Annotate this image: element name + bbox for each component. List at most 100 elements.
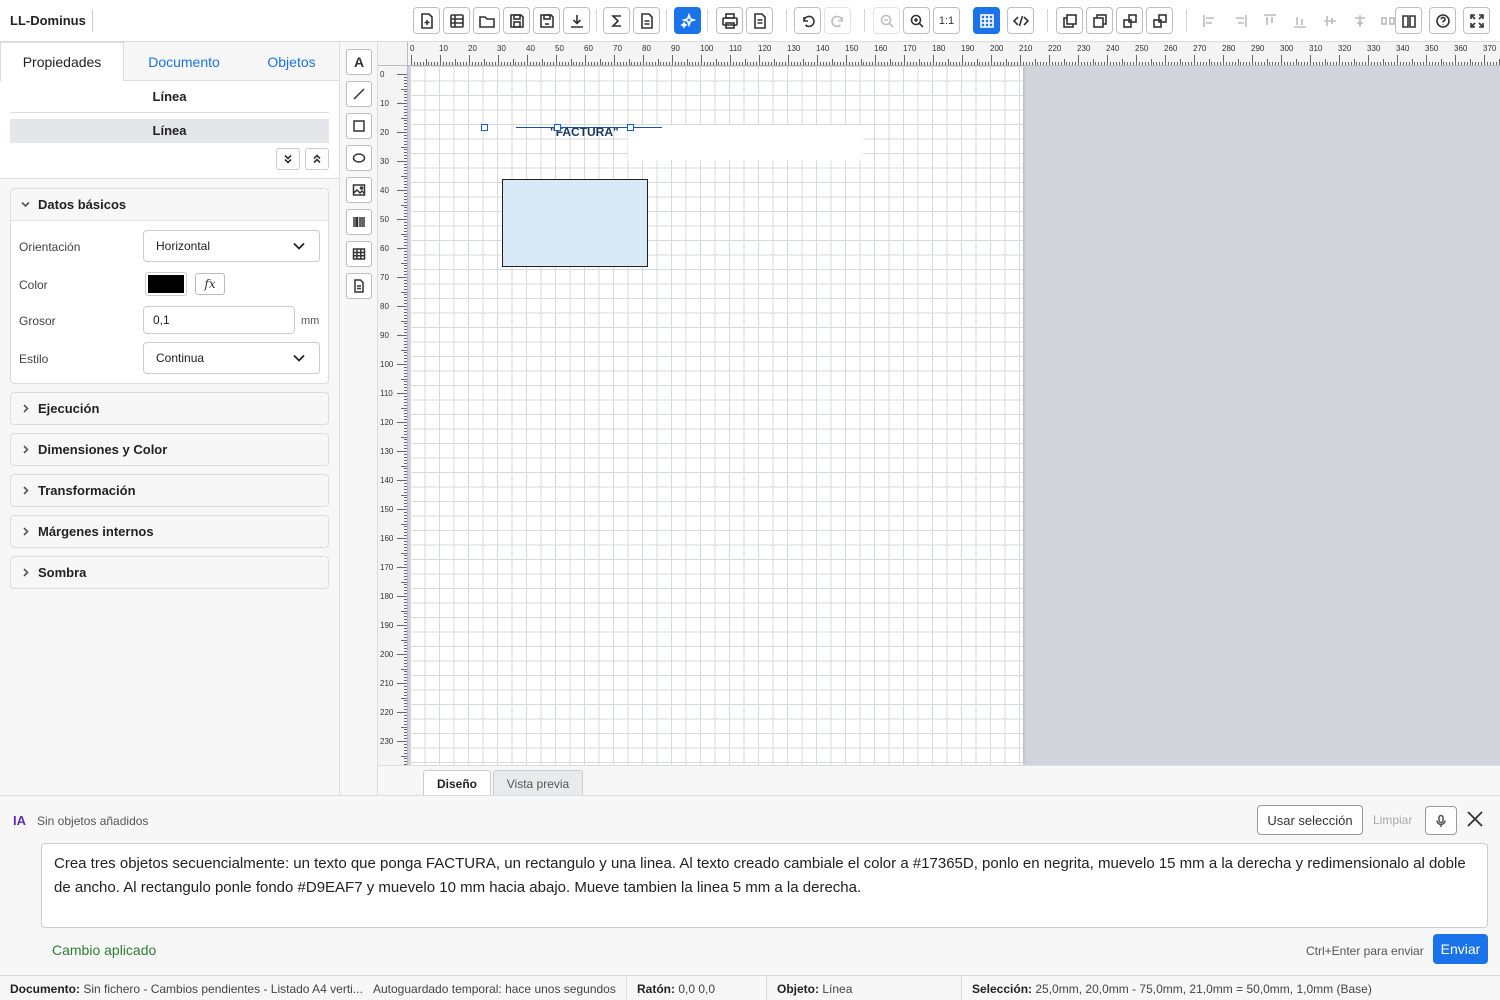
line-tool-button[interactable] — [346, 81, 372, 107]
align-center-horizontal-button[interactable] — [1346, 7, 1373, 34]
report-page[interactable]: "FACTURA" — [410, 66, 1023, 765]
section-inner-margins[interactable]: Márgenes internos — [10, 515, 329, 548]
new-list-button[interactable] — [443, 7, 470, 34]
collapse-all-button[interactable] — [305, 148, 329, 170]
section-dimensions-color[interactable]: Dimensiones y Color — [10, 433, 329, 466]
section-transformation-header[interactable]: Transformación — [11, 475, 328, 506]
section-shadow-header[interactable]: Sombra — [11, 557, 328, 588]
image-tool-button[interactable] — [346, 177, 372, 203]
document-properties-button[interactable] — [633, 7, 660, 34]
resize-handle-left[interactable] — [481, 124, 488, 131]
table-tool-button[interactable] — [346, 241, 372, 267]
open-button[interactable] — [473, 7, 500, 34]
style-select[interactable]: Continua — [143, 342, 320, 374]
object-list-item[interactable]: Línea — [10, 119, 329, 143]
expand-all-button[interactable] — [276, 148, 300, 170]
section-shadow[interactable]: Sombra — [10, 556, 329, 589]
resize-handle-center[interactable] — [554, 124, 561, 131]
ai-assistant-button[interactable] — [674, 7, 701, 34]
subreport-tool-button[interactable] — [346, 273, 372, 299]
ruler-h-tick — [747, 62, 749, 65]
chevron-down-icon — [293, 242, 305, 250]
send-button[interactable]: Enviar — [1433, 934, 1488, 964]
ruler-h-tick — [1240, 62, 1242, 65]
section-inner-margins-header[interactable]: Márgenes internos — [11, 516, 328, 547]
code-view-button[interactable] — [1007, 7, 1034, 34]
image-icon — [352, 184, 366, 196]
ruler-v-tick — [404, 514, 407, 516]
color-swatch[interactable] — [145, 272, 187, 296]
section-execution-header[interactable]: Ejecución — [11, 393, 328, 424]
ruler-h-label: 50 — [555, 44, 564, 53]
tab-objects[interactable]: Objetos — [244, 42, 339, 81]
ellipse-tool-button[interactable] — [346, 145, 372, 171]
section-dimensions-color-header[interactable]: Dimensiones y Color — [11, 434, 328, 465]
ai-prompt-textarea[interactable]: Crea tres objetos secuencialmente: un te… — [41, 843, 1488, 928]
align-left-button[interactable] — [1196, 7, 1223, 34]
orientation-select[interactable]: Horizontal — [143, 230, 320, 262]
zoom-in-button[interactable] — [903, 7, 930, 34]
help-button[interactable] — [1429, 7, 1456, 34]
ruler-v-tick — [404, 485, 407, 487]
ruler-h-label: 290 — [1251, 44, 1265, 53]
zoom-reset-button[interactable]: 1:1 — [933, 7, 960, 34]
zoom-out-button[interactable] — [873, 7, 900, 34]
section-basic-data-header[interactable]: Datos básicos — [11, 189, 328, 220]
ruler-h-tick — [1199, 62, 1201, 65]
align-top-button[interactable] — [1256, 7, 1283, 34]
ruler-h-tick — [631, 62, 633, 65]
ruler-v-tick — [404, 230, 407, 232]
ruler-h-tick — [1025, 62, 1027, 65]
fullscreen-button[interactable] — [1463, 7, 1490, 34]
bring-to-front-button[interactable] — [1056, 7, 1083, 34]
formula-button[interactable] — [603, 7, 630, 34]
barcode-tool-button[interactable] — [346, 209, 372, 235]
print-preview-button[interactable] — [746, 7, 773, 34]
tab-design[interactable]: Diseño — [423, 770, 491, 797]
close-ai-panel-button[interactable] — [1465, 809, 1487, 831]
save-button[interactable] — [503, 7, 530, 34]
print-button[interactable] — [716, 7, 743, 34]
text-tool-button[interactable]: A — [346, 49, 372, 75]
send-to-back-button[interactable] — [1086, 7, 1113, 34]
tab-preview[interactable]: Vista previa — [493, 770, 583, 797]
ruler-v-tick — [404, 549, 407, 551]
save-as-button[interactable] — [533, 7, 560, 34]
clear-button[interactable]: Limpiar — [1373, 813, 1412, 827]
sigma-icon — [610, 14, 621, 27]
tab-document[interactable]: Documento — [124, 42, 244, 81]
undo-button[interactable] — [794, 7, 821, 34]
ruler-h-tick — [904, 55, 905, 65]
align-right-button[interactable] — [1226, 7, 1253, 34]
section-basic-data: Datos básicos Orientación Horizontal Col… — [10, 188, 329, 384]
ruler-h-tick — [529, 62, 531, 65]
manual-button[interactable] — [1395, 7, 1422, 34]
use-selection-button[interactable]: Usar selección — [1257, 805, 1363, 835]
new-document-button[interactable] — [413, 7, 440, 34]
resize-handle-right[interactable] — [627, 124, 634, 131]
rectangle-object[interactable] — [502, 179, 648, 267]
grid-toggle-button[interactable] — [973, 7, 1000, 34]
section-execution[interactable]: Ejecución — [10, 392, 329, 425]
tab-properties[interactable]: Propiedades — [0, 42, 124, 82]
download-button[interactable] — [563, 7, 590, 34]
section-transformation[interactable]: Transformación — [10, 474, 329, 507]
design-canvas[interactable]: 0 10 20 30 40 50 60 70 80 90 100 110 120 130 140 150 160… — [378, 42, 1500, 765]
book-icon — [1401, 14, 1416, 28]
line-object-selected[interactable] — [516, 127, 662, 128]
ruler-v-tick — [404, 268, 407, 270]
redo-button[interactable] — [824, 7, 851, 34]
text-object-box[interactable] — [628, 125, 863, 160]
bring-forward-button[interactable] — [1116, 7, 1143, 34]
ruler-h-tick — [776, 62, 778, 65]
align-bottom-button[interactable] — [1286, 7, 1313, 34]
rectangle-tool-button[interactable] — [346, 113, 372, 139]
ruler-v-label: 110 — [380, 389, 393, 398]
color-formula-button[interactable]: fx — [195, 273, 225, 295]
ruler-h-tick — [1130, 62, 1132, 65]
align-center-vertical-button[interactable] — [1316, 7, 1343, 34]
ruler-v-tick — [404, 619, 407, 621]
microphone-button[interactable] — [1425, 806, 1457, 835]
send-backward-button[interactable] — [1146, 7, 1173, 34]
thickness-input[interactable]: 0,1 — [143, 306, 295, 334]
